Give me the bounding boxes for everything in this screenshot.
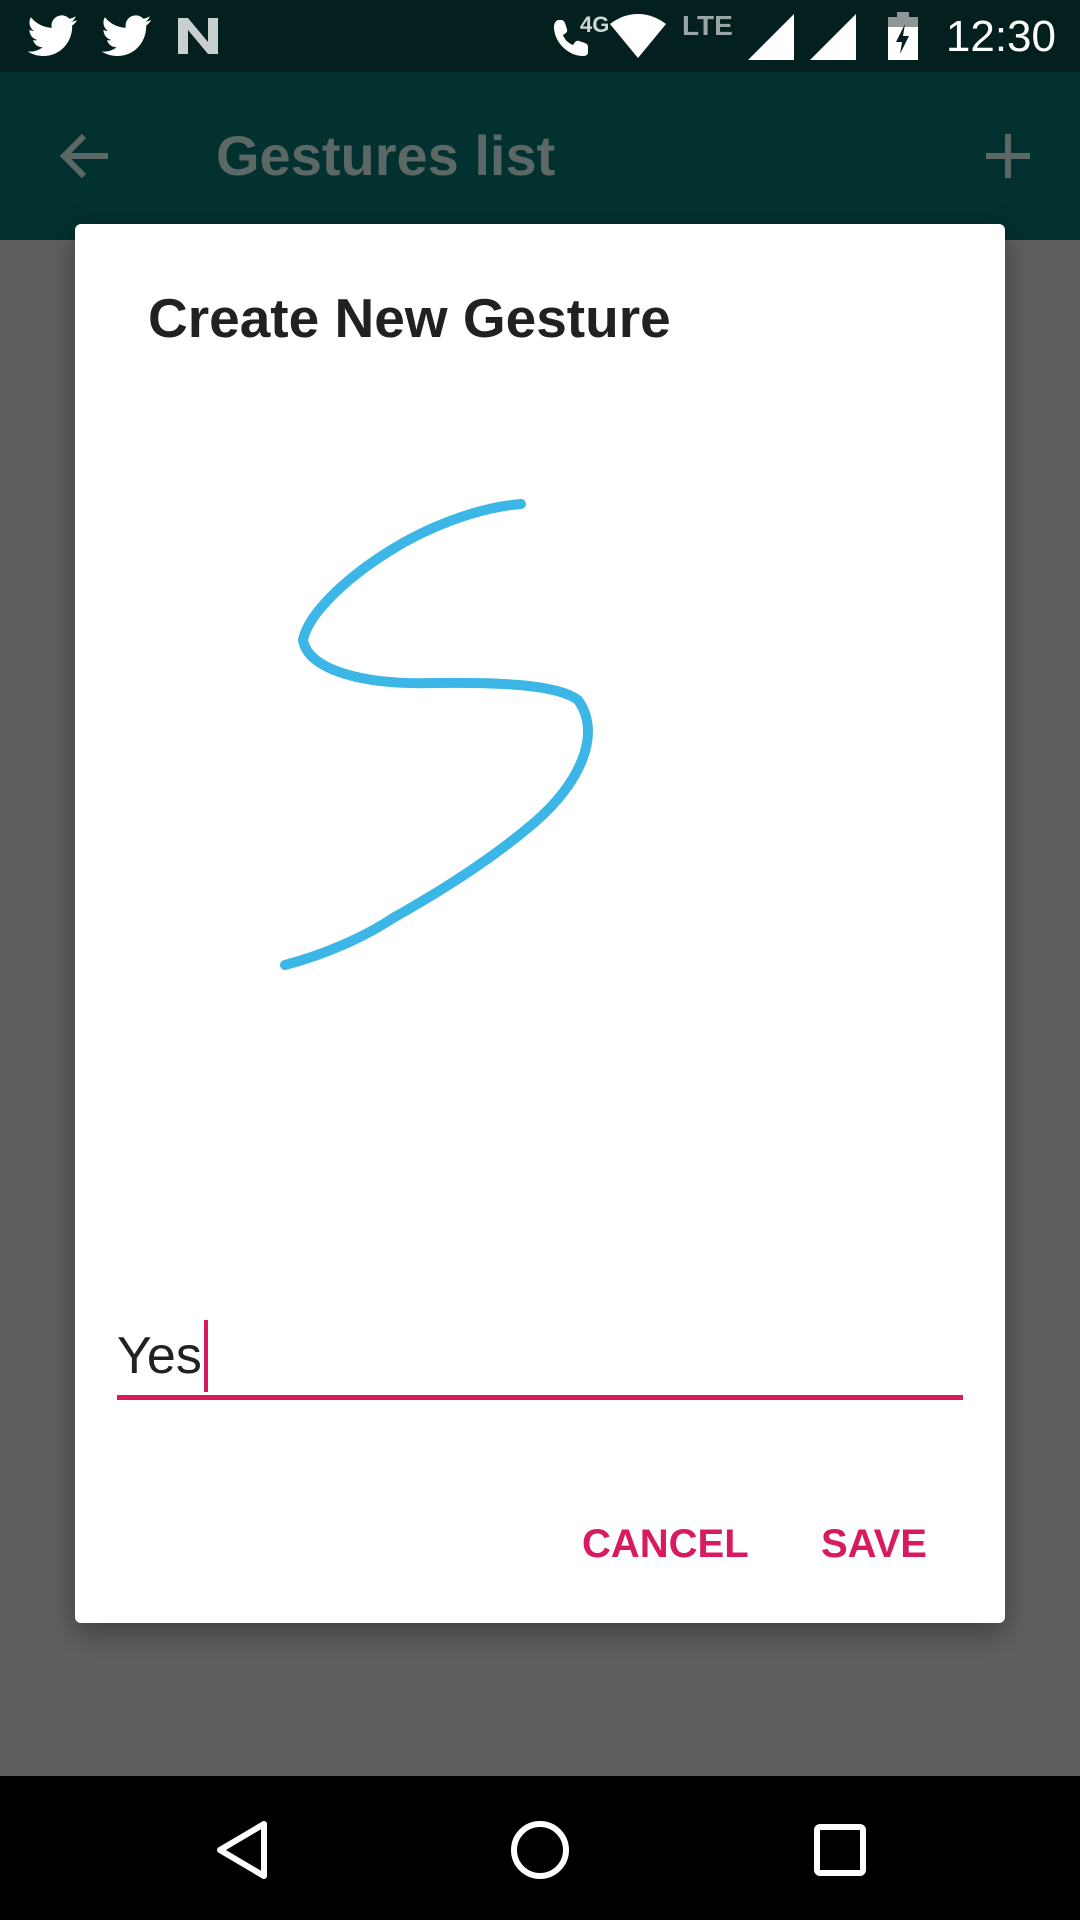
gesture-drawing-canvas[interactable] (75, 394, 1005, 1414)
status-bar: 4G LTE 12:30 (0, 0, 1080, 72)
plus-icon[interactable] (986, 134, 1030, 178)
n-notification-icon (178, 18, 218, 54)
gesture-stroke (280, 499, 593, 970)
battery-charging-icon (888, 12, 918, 60)
wifi-icon (610, 14, 666, 58)
signal-icon (810, 14, 856, 60)
save-button[interactable]: SAVE (821, 1514, 927, 1574)
app-toolbar: Gestures list (0, 72, 1080, 240)
gesture-name-input[interactable]: Yes (117, 1320, 208, 1392)
home-circle-icon[interactable] (510, 1820, 570, 1880)
cancel-button[interactable]: CANCEL (582, 1514, 749, 1574)
gesture-name-value: Yes (117, 1327, 202, 1385)
recents-square-icon[interactable] (814, 1824, 866, 1876)
network-lte-label: LTE (682, 10, 733, 41)
text-cursor (203, 1320, 208, 1392)
dialog-title: Create New Gesture (148, 287, 671, 349)
twitter-icon (102, 15, 152, 56)
network-4g-label: 4G (580, 12, 610, 37)
arrow-back-icon[interactable] (58, 132, 110, 180)
signal-icon (748, 14, 794, 60)
status-time: 12:30 (945, 12, 1056, 61)
create-gesture-dialog: Create New Gesture Yes CANCEL SAVE (75, 224, 1005, 1623)
system-nav-bar (0, 1776, 1080, 1920)
gesture-name-field[interactable]: Yes (117, 1316, 963, 1400)
twitter-icon (28, 15, 78, 56)
field-underline (117, 1395, 963, 1400)
back-triangle-icon[interactable] (214, 1820, 270, 1880)
toolbar-title: Gestures list (216, 124, 556, 187)
